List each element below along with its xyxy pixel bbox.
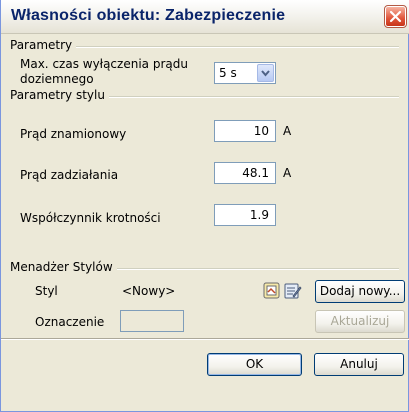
czas-dropdown-button[interactable] bbox=[257, 64, 274, 82]
czas-select-value: 5 s bbox=[219, 66, 237, 80]
group-title-parametry: Parametry bbox=[10, 38, 77, 52]
close-icon bbox=[389, 10, 402, 23]
dialog-window: Własności obiektu: Zabezpieczenie Parame… bbox=[0, 0, 409, 412]
prad-zadzialania-label: Prąd zadziałania bbox=[20, 168, 119, 182]
footer-separator bbox=[1, 338, 409, 340]
style-icon bbox=[263, 282, 280, 299]
update-style-button[interactable]: Aktualizuj bbox=[315, 310, 405, 333]
prad-zadzialania-input[interactable]: 48.1 bbox=[214, 162, 276, 184]
styl-label: Styl bbox=[35, 284, 58, 298]
edit-style-button[interactable] bbox=[284, 282, 302, 300]
prad-znamionowy-input[interactable]: 10 bbox=[214, 120, 276, 142]
group-title-parametry-stylu: Parametry stylu bbox=[10, 88, 109, 102]
oznaczenie-label: Oznaczenie bbox=[35, 315, 105, 329]
czas-label-line2: doziemnego bbox=[20, 72, 94, 86]
prad-zadzialania-unit: A bbox=[283, 166, 292, 180]
styl-value: <Nowy> bbox=[122, 284, 176, 298]
czas-select[interactable]: 5 s bbox=[214, 62, 276, 84]
czas-label-line1: Max. czas wyłączenia prądu bbox=[20, 57, 188, 71]
wspolczynnik-input[interactable]: 1.9 bbox=[214, 204, 276, 226]
cancel-button[interactable]: Anuluj bbox=[314, 353, 404, 376]
wspolczynnik-label: Współczynnik krotności bbox=[20, 211, 161, 225]
dropdown-arrow-icon bbox=[261, 70, 270, 77]
edit-style-icon bbox=[284, 283, 302, 299]
oznaczenie-field[interactable] bbox=[120, 310, 184, 332]
window-title: Własności obiektu: Zabezpieczenie bbox=[11, 7, 286, 24]
prad-znamionowy-label: Prąd znamionowy bbox=[20, 127, 127, 141]
style-icon-button[interactable] bbox=[263, 282, 281, 300]
prad-znamionowy-unit: A bbox=[283, 124, 292, 138]
close-button[interactable] bbox=[384, 5, 407, 28]
title-bar[interactable]: Własności obiektu: Zabezpieczenie bbox=[1, 0, 409, 34]
add-style-button[interactable]: Dodaj nowy... bbox=[315, 280, 405, 303]
group-title-menadzer: Menadżer Stylów bbox=[10, 260, 117, 274]
ok-button[interactable]: OK bbox=[207, 353, 302, 376]
